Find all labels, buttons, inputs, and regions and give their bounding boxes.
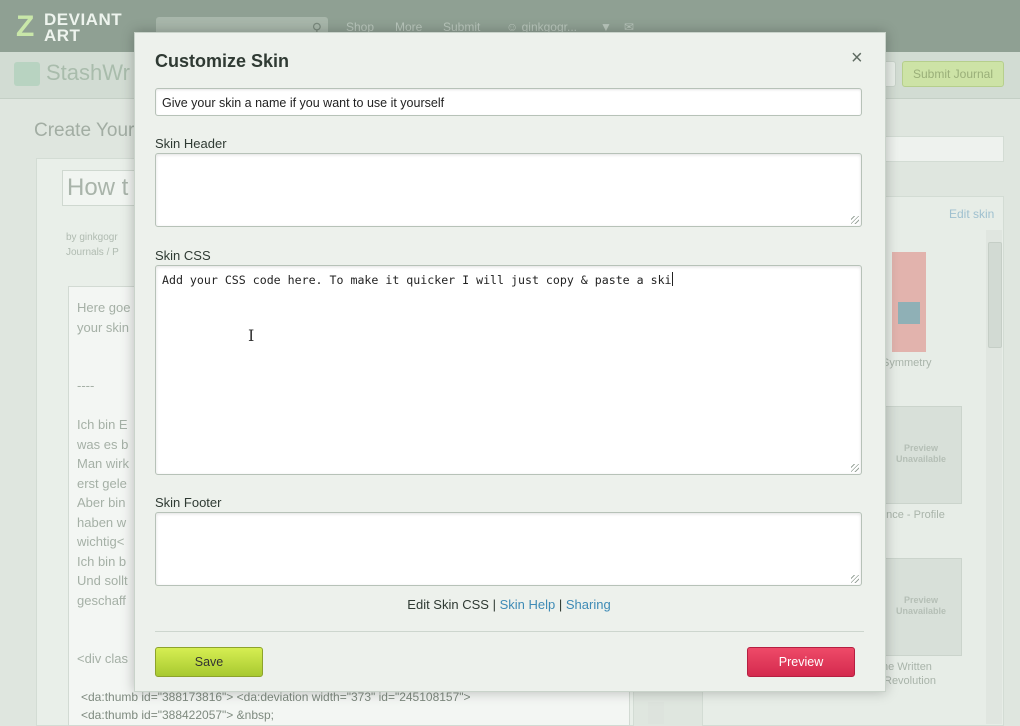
skin-name-input[interactable]: Give your skin a name if you want to use…: [155, 88, 862, 116]
skin-thumbnail[interactable]: [892, 252, 926, 352]
skin-links: Edit Skin CSS | Skin Help | Sharing: [407, 597, 611, 612]
deviantart-logo-icon: Z: [16, 10, 35, 43]
resize-handle[interactable]: [851, 464, 859, 472]
logo-line2: ART: [44, 26, 81, 45]
divider: [155, 631, 864, 632]
sharing-link[interactable]: Sharing: [566, 597, 611, 612]
skin-search-field[interactable]: [880, 136, 1004, 162]
journal-title-field[interactable]: How t: [62, 170, 138, 206]
skin-name[interactable]: Revolution: [884, 675, 936, 687]
resize-handle[interactable]: [851, 216, 859, 224]
create-heading: Create Your J: [34, 120, 150, 141]
dialog-title: Customize Skin: [155, 51, 290, 71]
submit-journal-button[interactable]: Submit Journal: [902, 61, 1004, 87]
stash-writer-title: StashWr: [14, 60, 130, 87]
skin-header-label: Skin Header: [155, 136, 227, 151]
skin-css-textarea[interactable]: Add your CSS code here. To make it quick…: [155, 265, 862, 475]
deviantart-logo[interactable]: Z DEVIANT ART: [16, 10, 136, 44]
stash-writer-icon: [14, 62, 40, 87]
preview-unavailable-thumb[interactable]: Preview Unavailable: [880, 406, 962, 504]
preview-button[interactable]: Preview: [747, 647, 855, 677]
journal-code-text: <da:thumb id="388173816"> <da:deviation …: [81, 690, 471, 722]
skin-css-label: Skin CSS: [155, 248, 211, 263]
skin-header-textarea[interactable]: [155, 153, 862, 227]
preview-unavailable-thumb[interactable]: Preview Unavailable: [880, 558, 962, 656]
journal-body-text: Here goe your skin ---- Ich bin E was es…: [77, 300, 131, 666]
resize-handle[interactable]: [851, 575, 859, 583]
skin-name[interactable]: he Written: [882, 661, 932, 673]
skin-help-link[interactable]: Skin Help: [500, 597, 556, 612]
skin-name[interactable]: Symmetry: [882, 357, 932, 369]
edit-skin-link[interactable]: Edit skin: [949, 207, 994, 221]
skin-css-value: Add your CSS code here. To make it quick…: [162, 273, 672, 287]
text-caret: [671, 272, 673, 286]
edit-skin-css-text: Edit Skin CSS: [407, 597, 489, 612]
text-cursor-icon: I: [248, 326, 255, 345]
skin-list-scrollbar[interactable]: [986, 230, 1002, 724]
skin-footer-label: Skin Footer: [155, 495, 222, 510]
editor-scrollbar[interactable]: [648, 702, 664, 724]
skin-footer-textarea[interactable]: [155, 512, 862, 586]
close-icon[interactable]: ×: [851, 47, 863, 70]
scrollbar-thumb[interactable]: [988, 242, 1002, 348]
byline: by ginkgogr Journals / P: [66, 232, 119, 258]
skin-name[interactable]: ence - Profile: [880, 509, 945, 521]
customize-skin-dialog: Customize Skin × Give your skin a name i…: [134, 32, 886, 692]
skin-name-value: Give your skin a name if you want to use…: [162, 96, 445, 110]
save-button[interactable]: Save: [155, 647, 263, 677]
